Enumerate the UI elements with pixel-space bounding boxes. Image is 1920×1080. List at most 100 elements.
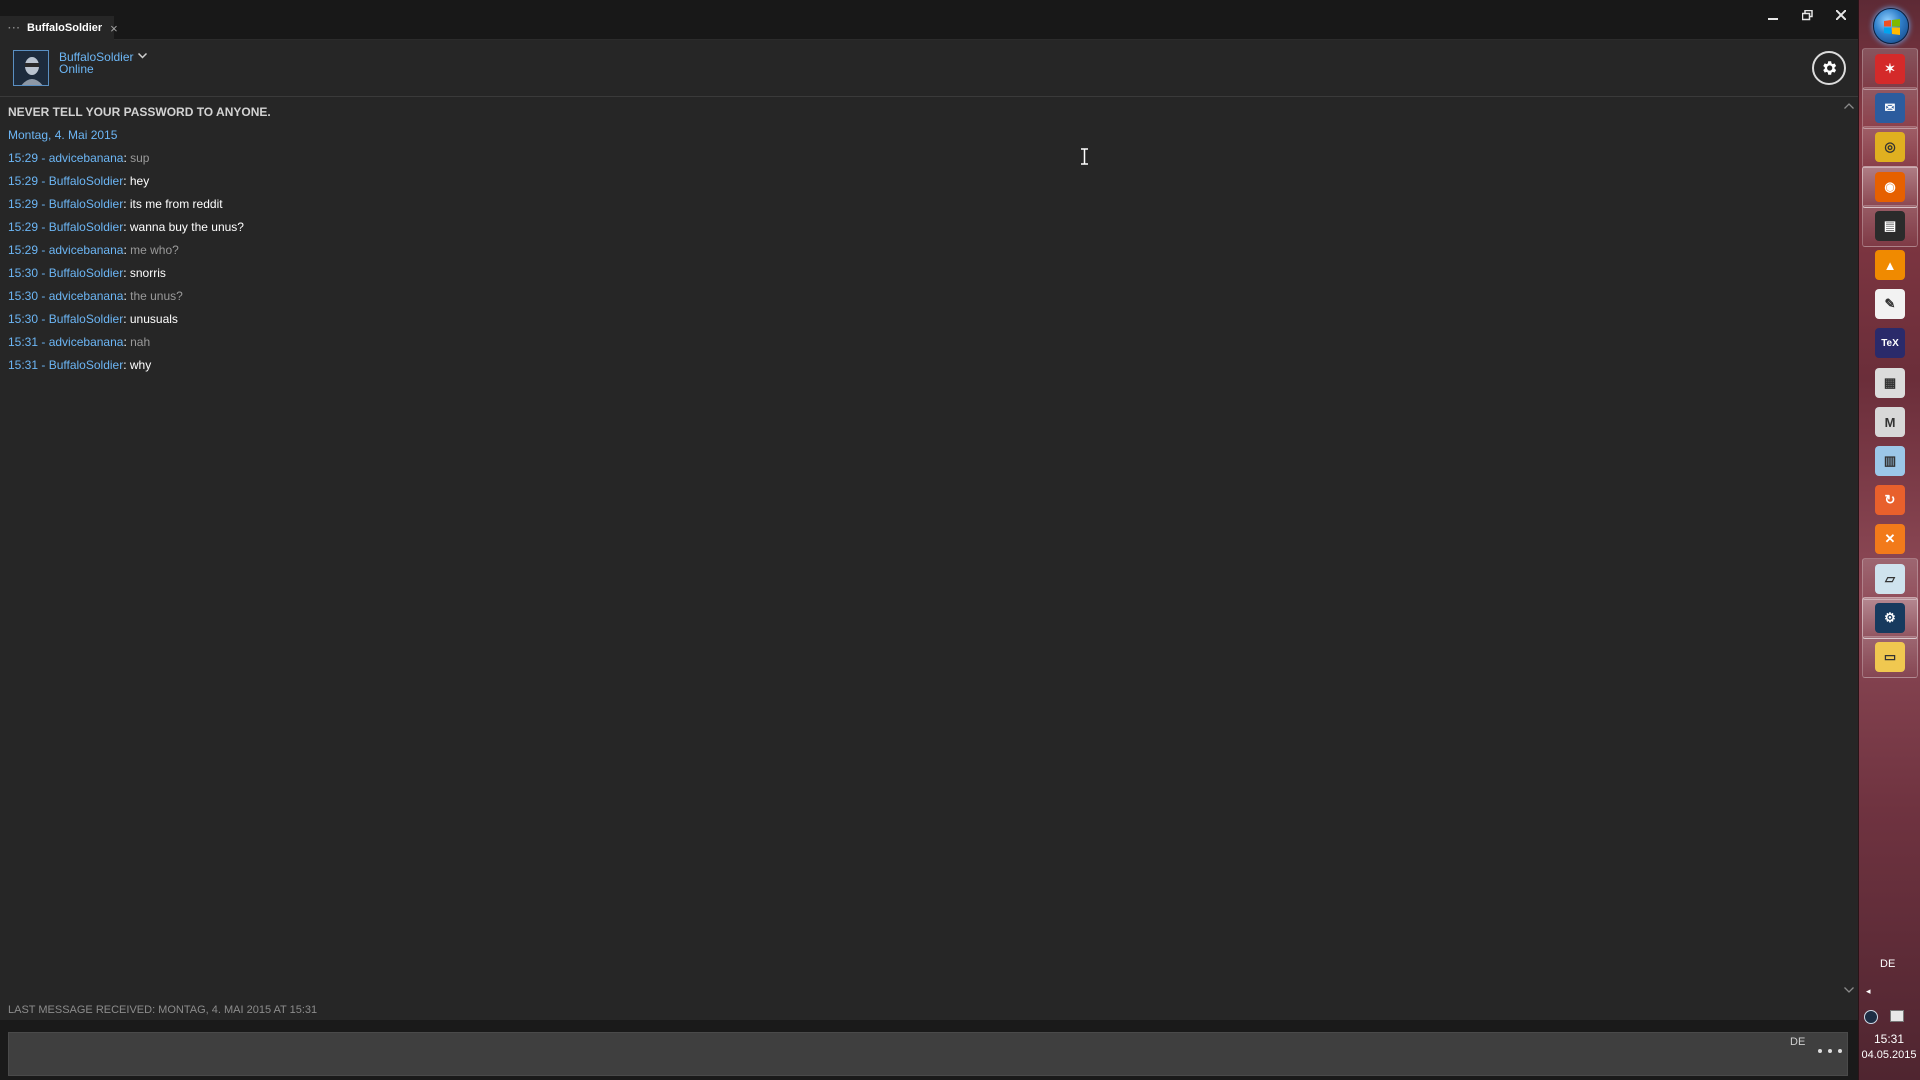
- tab-close-icon[interactable]: ×: [110, 21, 118, 36]
- tray-language-indicator[interactable]: DE: [1880, 958, 1895, 970]
- settings-button[interactable]: [1812, 51, 1846, 85]
- message-sender[interactable]: BuffaloSoldier: [49, 197, 124, 211]
- security-warning: NEVER TELL YOUR PASSWORD TO ANYONE.: [8, 105, 271, 119]
- message-colon: :: [123, 266, 130, 280]
- message-sender[interactable]: BuffaloSoldier: [49, 220, 124, 234]
- tray-network-icon[interactable]: [1890, 1010, 1904, 1022]
- message-sender[interactable]: advicebanana: [49, 243, 124, 257]
- clock-date[interactable]: 04.05.2015: [1858, 1049, 1920, 1061]
- message-time: 15:31: [8, 358, 39, 372]
- taskbar-item-blank-document[interactable]: ▱: [1862, 558, 1918, 600]
- friend-status: Online: [59, 62, 94, 76]
- message-time: 15:31: [8, 335, 39, 349]
- taskbar-item-hex-editor[interactable]: ▦: [1862, 362, 1918, 404]
- taskbar-item-maple[interactable]: M: [1862, 401, 1918, 443]
- tab-label: BuffaloSoldier: [27, 22, 103, 34]
- message-time: 15:29: [8, 174, 39, 188]
- chat-message: 15:30 - advicebanana: the unus?: [8, 288, 1838, 311]
- message-sender[interactable]: BuffaloSoldier: [49, 312, 124, 326]
- chat-message: 15:30 - BuffaloSoldier: snorris: [8, 265, 1838, 288]
- chevron-down-icon: [1844, 987, 1854, 993]
- chrome-icon: ◎: [1875, 132, 1905, 162]
- message-dash: -: [38, 335, 49, 349]
- taskbar-item-vlc[interactable]: ▲: [1862, 244, 1918, 286]
- restore-icon: [1801, 9, 1813, 20]
- chat-message: 15:29 - BuffaloSoldier: hey: [8, 173, 1838, 196]
- avatar[interactable]: [13, 50, 49, 86]
- tray-steam-icon[interactable]: [1864, 1010, 1878, 1024]
- input-language-indicator: DE: [1790, 1036, 1806, 1048]
- taskbar-item-terminal[interactable]: ▤: [1862, 205, 1918, 247]
- chat-message: 15:30 - BuffaloSoldier: unusuals: [8, 311, 1838, 334]
- minimize-button[interactable]: [1760, 5, 1786, 25]
- chat-message: 15:29 - advicebanana: me who?: [8, 242, 1838, 265]
- taskbar-item-sync[interactable]: ↻: [1862, 479, 1918, 521]
- hex-editor-icon: ▦: [1875, 368, 1905, 398]
- message-time: 15:30: [8, 289, 39, 303]
- title-bar: ··· BuffaloSoldier ×: [0, 0, 1858, 40]
- start-button[interactable]: [1873, 8, 1909, 44]
- xampp-icon: ✕: [1875, 524, 1905, 554]
- message-time: 15:30: [8, 312, 39, 326]
- message-dash: -: [38, 220, 49, 234]
- message-text: nah: [130, 335, 151, 349]
- more-options-button[interactable]: [1818, 1046, 1842, 1056]
- chat-message: 15:31 - BuffaloSoldier: why: [8, 357, 1838, 380]
- message-time: 15:30: [8, 266, 39, 280]
- restore-button[interactable]: [1794, 5, 1820, 25]
- taskbar-item-calculator[interactable]: ▥: [1862, 440, 1918, 482]
- message-colon: :: [123, 312, 130, 326]
- message-text: its me from reddit: [129, 197, 223, 211]
- clock-time[interactable]: 15:31: [1858, 1032, 1920, 1046]
- message-text: wanna buy the unus?: [129, 220, 244, 234]
- chevron-down-icon: [137, 48, 147, 62]
- scroll-down-button[interactable]: [1844, 984, 1854, 996]
- message-sender[interactable]: advicebanana: [49, 151, 124, 165]
- message-text: why: [129, 358, 152, 372]
- message-colon: :: [123, 220, 130, 234]
- message-sender[interactable]: BuffaloSoldier: [49, 358, 124, 372]
- app-red-star-icon: ✶: [1875, 54, 1905, 84]
- taskbar-item-steam[interactable]: ⚙: [1862, 597, 1918, 639]
- input-area: [0, 1020, 1858, 1080]
- taskbar-item-chrome[interactable]: ◎: [1862, 126, 1918, 168]
- taskbar-item-file-explorer[interactable]: ▭: [1862, 636, 1918, 678]
- date-header: Montag, 4. Mai 2015: [8, 128, 118, 142]
- calculator-icon: ▥: [1875, 446, 1905, 476]
- message-dash: -: [38, 174, 49, 188]
- message-sender[interactable]: BuffaloSoldier: [49, 174, 124, 188]
- message-sender[interactable]: BuffaloSoldier: [49, 266, 124, 280]
- chevron-up-icon: [1844, 103, 1854, 109]
- taskbar-item-app-red-star[interactable]: ✶: [1862, 48, 1918, 90]
- message-time: 15:29: [8, 151, 39, 165]
- more-dot-icon: [1818, 1049, 1822, 1053]
- gear-icon: [1823, 61, 1837, 75]
- message-time: 15:29: [8, 243, 39, 257]
- chat-message-input[interactable]: [8, 1032, 1848, 1076]
- message-text: sup: [130, 151, 150, 165]
- taskbar-item-text-editor[interactable]: ✎: [1862, 283, 1918, 325]
- chat-message: 15:29 - BuffaloSoldier: its me from redd…: [8, 196, 1838, 219]
- taskbar-item-tex[interactable]: TeX: [1862, 322, 1918, 364]
- taskbar-item-xampp[interactable]: ✕: [1862, 518, 1918, 560]
- message-sender[interactable]: advicebanana: [49, 335, 124, 349]
- maple-icon: M: [1875, 407, 1905, 437]
- chat-window: ··· BuffaloSoldier × BuffaloSoldier Onli…: [0, 0, 1858, 1080]
- taskbar-item-firefox[interactable]: ◉: [1862, 166, 1918, 208]
- vlc-icon: ▲: [1875, 250, 1905, 280]
- tray-expand-icon[interactable]: ◂: [1866, 986, 1871, 997]
- taskbar: ✶ ✉ ◎ ◉ ▤ ▲ ✎ TeX ▦ M ▥ ↻ ✕ ▱ ⚙ ▭: [1858, 0, 1920, 1080]
- close-button[interactable]: [1828, 5, 1854, 25]
- message-colon: :: [123, 358, 130, 372]
- message-sender[interactable]: advicebanana: [49, 289, 124, 303]
- message-text: hey: [129, 174, 150, 188]
- message-text: me who?: [130, 243, 179, 257]
- message-time: 15:29: [8, 220, 39, 234]
- avatar-image: [14, 51, 48, 85]
- scroll-up-button[interactable]: [1844, 100, 1854, 112]
- tab-buffalosoldier[interactable]: ··· BuffaloSoldier ×: [0, 16, 118, 40]
- taskbar-item-thunderbird[interactable]: ✉: [1862, 87, 1918, 129]
- steam-icon: ⚙: [1875, 603, 1905, 633]
- message-text: the unus?: [130, 289, 183, 303]
- tex-icon: TeX: [1875, 328, 1905, 358]
